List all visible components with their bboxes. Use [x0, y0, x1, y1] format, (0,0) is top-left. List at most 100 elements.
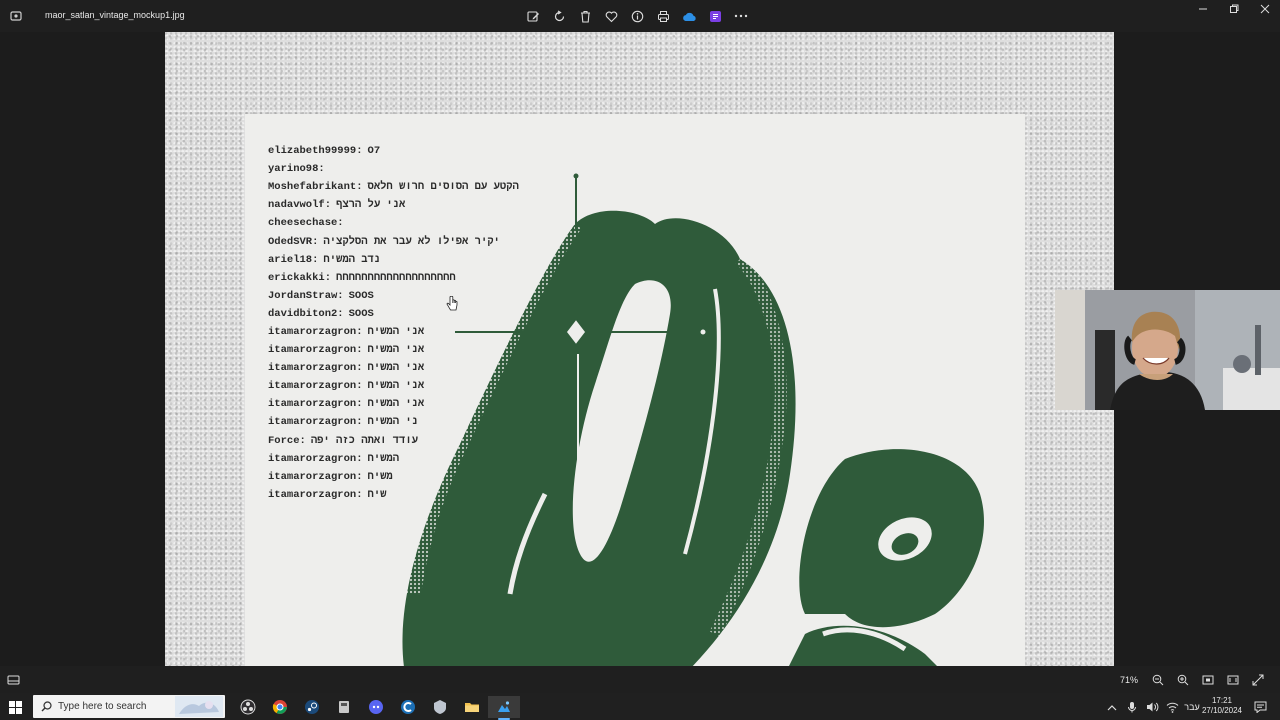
chat-text: ני המשיח	[367, 416, 418, 429]
chat-username: JordanStraw:	[268, 289, 344, 302]
search-icon	[41, 701, 52, 712]
chat-text: אני על הרצף	[336, 199, 406, 212]
clock[interactable]: 17:21 27/10/2024	[1200, 696, 1244, 716]
close-icon[interactable]	[1249, 0, 1280, 20]
chat-username: itamarorzagron:	[268, 398, 363, 411]
chat-username: itamarorzagron:	[268, 344, 363, 357]
zoom-out-icon[interactable]	[1150, 672, 1166, 688]
chat-text: SOOS	[348, 307, 374, 320]
chat-message: elizabeth99999: O7	[268, 142, 688, 160]
clock-time: 17:21	[1211, 696, 1233, 705]
window-title: maor_satlan_vintage_mockup1.jpg	[45, 10, 185, 20]
zoom-in-icon[interactable]	[1175, 672, 1191, 688]
chat-message: Force: עודד ואתה כזה יפה	[268, 432, 688, 450]
chat-text: חחחחחחחחחחחחחחחחחחח	[336, 271, 456, 284]
chat-username: ariel18:	[268, 253, 319, 266]
obs-icon[interactable]	[232, 696, 264, 718]
show-hidden-icons-icon[interactable]	[1105, 700, 1119, 714]
photos-app-icon	[8, 8, 24, 24]
chat-username: itamarorzagron:	[268, 325, 363, 338]
fullscreen-icon[interactable]	[1250, 672, 1266, 688]
chat-message: Moshefabrikant: הקטע עם הסוסים חרוש חלאס	[268, 178, 688, 196]
file-explorer-icon[interactable]	[456, 696, 488, 718]
chat-username: elizabeth99999:	[268, 145, 363, 158]
chat-username: cheesechase:	[268, 217, 344, 230]
chat-username: nadavwolf:	[268, 199, 332, 212]
chrome-icon[interactable]	[264, 696, 296, 718]
ccleaner-icon[interactable]	[392, 696, 424, 718]
image-toolbar	[524, 7, 750, 25]
chat-text: יקיר אפילו לא עבר את הסלקציה	[323, 235, 500, 248]
volume-icon[interactable]	[1145, 700, 1159, 714]
photos-taskbar-icon[interactable]	[488, 696, 520, 720]
chat-text: אני המשיח	[367, 325, 425, 338]
chat-message: davidbiton2: SOOS	[268, 305, 688, 323]
minimize-icon[interactable]	[1187, 0, 1218, 20]
chat-message: itamarorzagron: אני המשיח	[268, 377, 688, 395]
chat-text: אני המשיח	[367, 380, 425, 393]
chat-username: itamarorzagron:	[268, 488, 363, 501]
chat-text: שיח	[367, 488, 387, 501]
network-icon[interactable]	[1165, 700, 1179, 714]
status-bar: 71%	[0, 666, 1280, 693]
chat-text: SOOS	[348, 289, 374, 302]
chat-text: אני המשיח	[367, 398, 425, 411]
chat-username: Moshefabrikant:	[268, 181, 363, 194]
notification-icon[interactable]	[1252, 699, 1268, 715]
taskbar-search-box[interactable]: Type here to search	[33, 695, 225, 718]
more-options-icon[interactable]	[732, 7, 750, 25]
window-controls	[1187, 0, 1280, 20]
app-icon-2[interactable]	[424, 696, 456, 718]
chat-message: itamarorzagron: שיח	[268, 486, 688, 504]
clipchamp-icon[interactable]	[706, 7, 724, 25]
chat-username: OdedSVR:	[268, 235, 319, 248]
chat-message: itamarorzagron: אני המשיח	[268, 395, 688, 413]
chat-username: davidbiton2:	[268, 307, 344, 320]
image-viewer[interactable]: elizabeth99999: O7 yarino98: Moshefabrika…	[0, 32, 1280, 666]
chat-username: erickakki:	[268, 271, 332, 284]
onedrive-cloud-icon[interactable]	[680, 7, 698, 25]
zoom-level[interactable]: 71%	[1120, 675, 1138, 685]
print-icon[interactable]	[654, 7, 672, 25]
chat-text: המשיח	[367, 452, 400, 465]
chat-message: itamarorzagron: המשיח	[268, 450, 688, 468]
stream-chat-overlay: elizabeth99999: O7 yarino98: Moshefabrika…	[268, 142, 688, 504]
title-bar: maor_satlan_vintage_mockup1.jpg	[0, 0, 1280, 32]
chat-message: cheesechase:	[268, 214, 688, 232]
app-icon[interactable]	[328, 696, 360, 718]
discord-icon[interactable]	[360, 696, 392, 718]
rotate-icon[interactable]	[550, 7, 568, 25]
chat-message: OdedSVR: יקיר אפילו לא עבר את הסלקציה	[268, 232, 688, 250]
view-controls	[1150, 672, 1266, 688]
chat-username: itamarorzagron:	[268, 416, 363, 429]
chat-username: itamarorzagron:	[268, 452, 363, 465]
chat-text: O7	[367, 145, 381, 158]
actual-size-icon[interactable]	[1225, 672, 1241, 688]
chat-message: erickakki: חחחחחחחחחחחחחחחחחחח	[268, 269, 688, 287]
chat-username: itamarorzagron:	[268, 380, 363, 393]
chat-text: נדב המשיח	[323, 253, 381, 266]
favorite-heart-icon[interactable]	[602, 7, 620, 25]
fit-to-window-icon[interactable]	[1200, 672, 1216, 688]
input-language[interactable]: עבר	[1184, 700, 1199, 714]
info-icon[interactable]	[628, 7, 646, 25]
chat-message: itamarorzagron: אני המשיח	[268, 359, 688, 377]
edit-icon[interactable]	[524, 7, 542, 25]
chat-text: הקטע עם הסוסים חרוש חלאס	[367, 181, 519, 194]
windows-start-icon[interactable]	[6, 699, 24, 715]
delete-icon[interactable]	[576, 7, 594, 25]
microphone-icon[interactable]	[1125, 700, 1139, 714]
chat-username: itamarorzagron:	[268, 470, 363, 483]
filmstrip-icon[interactable]	[7, 673, 20, 691]
chat-username: itamarorzagron:	[268, 362, 363, 375]
chat-message: itamarorzagron: אני המשיח	[268, 323, 688, 341]
chat-text: אני המשיח	[367, 362, 425, 375]
chat-username: yarino98:	[268, 163, 325, 176]
chat-message: itamarorzagron: אני המשיח	[268, 341, 688, 359]
chat-message: itamarorzagron: משיח	[268, 468, 688, 486]
chat-text: עודד ואתה כזה יפה	[310, 434, 418, 447]
taskbar: Type here to search עבר 17:21 27/10/2024	[0, 693, 1280, 720]
restore-icon[interactable]	[1218, 0, 1249, 20]
steam-icon[interactable]	[296, 696, 328, 718]
chat-message: JordanStraw: SOOS	[268, 287, 688, 305]
